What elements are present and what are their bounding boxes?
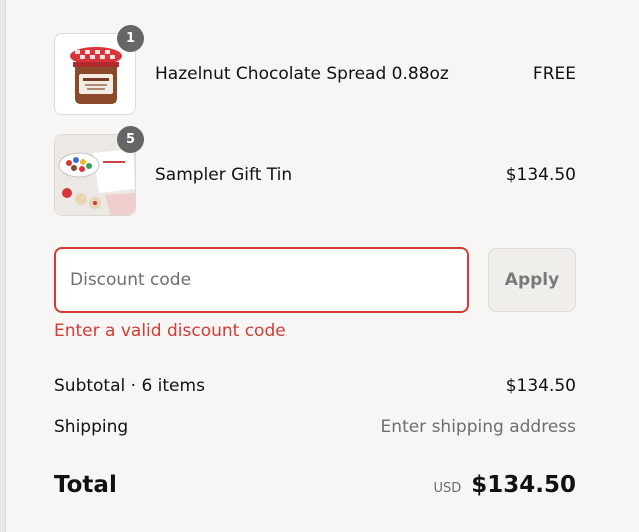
quantity-badge: 5 — [117, 126, 144, 153]
product-price: $134.50 — [505, 165, 576, 185]
line-item: 1 Hazelnut Chocolate Spread 0.88oz FREE — [54, 25, 576, 117]
total-label: Total — [54, 472, 117, 498]
product-price: FREE — [532, 64, 576, 84]
discount-error-message: Enter a valid discount code — [54, 321, 286, 341]
total-amount: $134.50 — [471, 472, 576, 498]
product-title: Hazelnut Chocolate Spread 0.88oz — [155, 64, 449, 84]
quantity-badge: 1 — [117, 25, 144, 52]
discount-code-input[interactable] — [56, 249, 467, 311]
shipping-label: Shipping — [54, 417, 129, 437]
total-row: Total USD $134.50 — [54, 472, 576, 498]
product-thumbnail: 1 — [54, 25, 144, 115]
panel-divider — [0, 0, 6, 532]
product-title: Sampler Gift Tin — [155, 165, 293, 185]
currency-code: USD — [433, 481, 462, 496]
subtotal-value: $134.50 — [505, 376, 576, 396]
subtotal-label: Subtotal · 6 items — [54, 376, 205, 396]
subtotal-row: Subtotal · 6 items $134.50 — [54, 376, 576, 396]
discount-code-field — [54, 247, 469, 313]
product-thumbnail: 5 — [54, 126, 144, 216]
total-price: USD $134.50 — [433, 472, 576, 498]
shipping-value: Enter shipping address — [380, 417, 576, 437]
apply-discount-button[interactable]: Apply — [488, 248, 576, 312]
line-item: 5 Sampler Gift Tin $134.50 — [54, 126, 576, 218]
shipping-row: Shipping Enter shipping address — [54, 417, 576, 437]
